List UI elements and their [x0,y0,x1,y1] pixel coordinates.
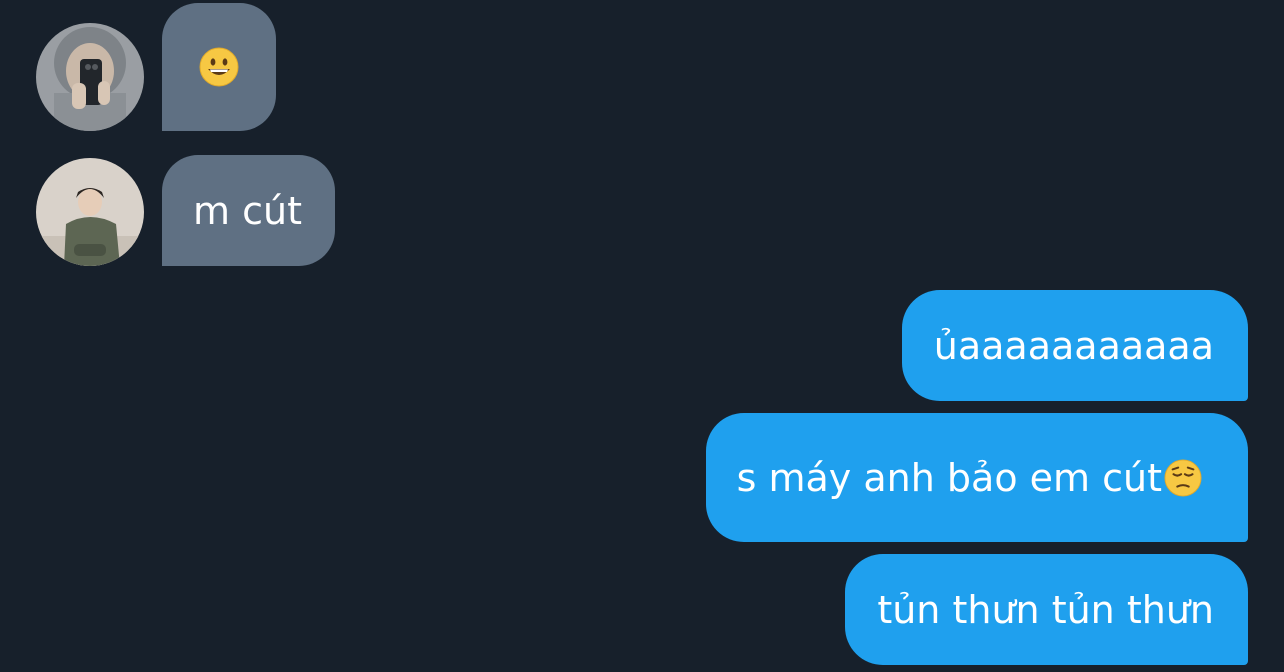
message-bubble-received[interactable]: m cút [162,155,335,266]
grinning-face-icon [199,47,239,87]
sender-avatar[interactable] [36,158,144,266]
avatar-photo-icon [36,23,144,131]
message-bubble-sent[interactable]: ủaaaaaaaaaaa [901,290,1248,401]
chat-thread: m cút ủaaaaaaaaaaa s máy anh bảo em cút … [0,0,1284,672]
avatar-photo-icon [36,158,144,266]
message-text: m cút [193,188,302,233]
message-bubble-received[interactable] [162,3,276,131]
message-text: s máy anh bảo em cút [736,455,1162,500]
message-bubble-sent[interactable]: tủn thưn tủn thưn [845,554,1248,665]
sender-avatar[interactable] [36,23,144,131]
pensive-face-icon [1164,458,1202,497]
message-bubble-sent[interactable]: s máy anh bảo em cút [705,413,1248,542]
message-text: ủaaaaaaaaaaa [933,323,1214,368]
message-text: tủn thưn tủn thưn [877,587,1214,632]
